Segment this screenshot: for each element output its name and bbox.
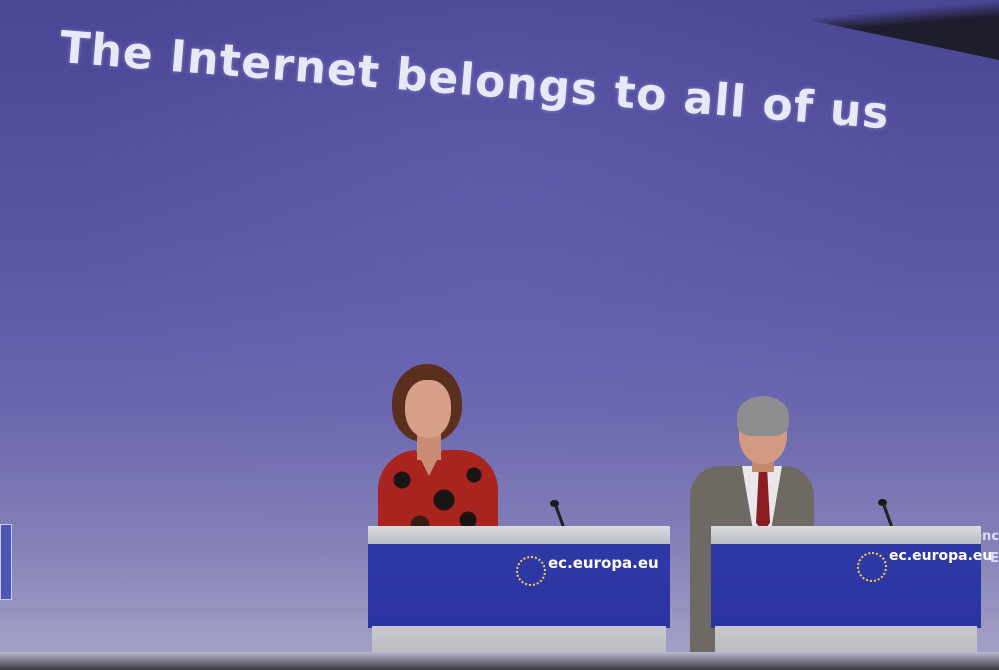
podium-left: ec.europa.eu — [368, 526, 670, 670]
microphone-right-stem — [881, 503, 894, 527]
microphone-left-stem — [553, 504, 566, 528]
speaker-woman — [378, 362, 500, 552]
eu-flag-icon — [516, 556, 546, 586]
eu-flag-icon — [857, 552, 887, 582]
podium-right: ec.europa.eu — [711, 526, 992, 670]
press-conference-photo: The Internet belongs to all of us genc E — [0, 0, 999, 670]
speaker-woman-face — [405, 380, 451, 438]
podium-left-url: ec.europa.eu — [548, 554, 659, 572]
speaker-man-hair — [737, 396, 789, 436]
podium-right-url: ec.europa.eu — [889, 548, 993, 564]
stage-floor — [0, 652, 999, 670]
microphone-right — [878, 499, 898, 529]
screen-edge-marker — [0, 524, 12, 600]
